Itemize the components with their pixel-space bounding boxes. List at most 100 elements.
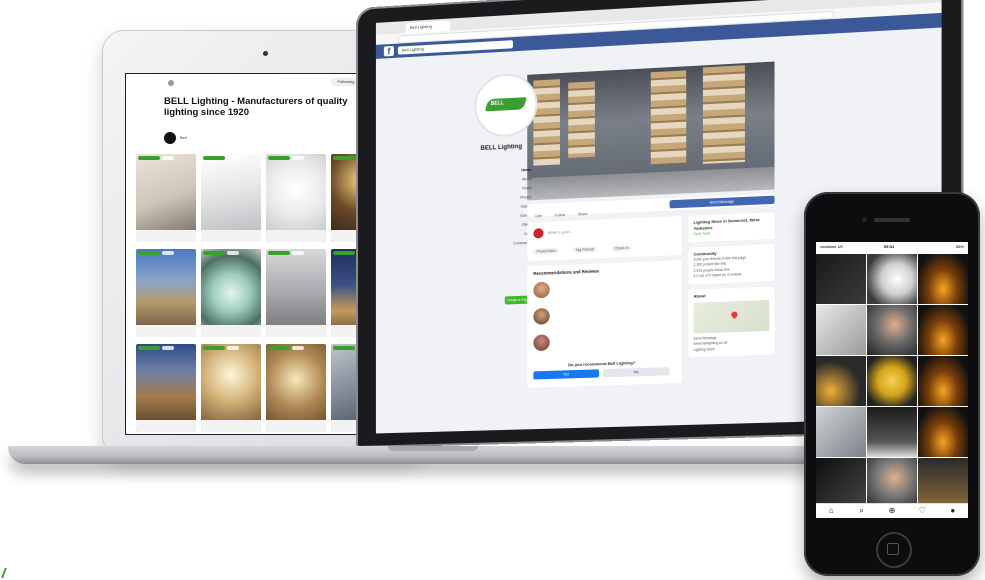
brand-badge bbox=[162, 251, 174, 255]
pin-card[interactable] bbox=[266, 154, 326, 242]
profile-icon[interactable]: ● bbox=[946, 504, 960, 518]
post-tile[interactable] bbox=[918, 458, 968, 508]
phone-device: vodafone UK 09:31 88% ⌂ ⌕ ⊕ ♡ ● bbox=[804, 192, 980, 576]
battery-label: 88% bbox=[955, 244, 964, 249]
share-button[interactable]: Share bbox=[578, 208, 588, 221]
review-item bbox=[533, 304, 672, 333]
location-map[interactable] bbox=[693, 299, 770, 333]
pin-card[interactable] bbox=[136, 344, 196, 432]
instagram-grid bbox=[816, 254, 968, 508]
pin-caption bbox=[136, 230, 196, 242]
post-tile[interactable] bbox=[816, 356, 866, 406]
board-title: BELL Lighting - Manufacturers of quality… bbox=[164, 96, 348, 118]
avatar bbox=[533, 228, 544, 239]
pin-caption bbox=[201, 325, 261, 337]
window-controls[interactable] bbox=[381, 25, 402, 40]
post-tile[interactable] bbox=[816, 254, 866, 304]
recommend-no-button[interactable]: No bbox=[603, 367, 670, 378]
info-card: Lighting Store in Somerset, West Yorkshi… bbox=[688, 212, 775, 242]
review-item bbox=[533, 330, 672, 359]
add-icon[interactable]: ⊕ bbox=[885, 504, 899, 518]
brand-badge bbox=[292, 156, 304, 160]
cover-photo[interactable] bbox=[527, 61, 775, 201]
pin-caption bbox=[136, 325, 196, 337]
heart-icon[interactable]: ♡ bbox=[915, 504, 929, 518]
about-card: About Send Message www.belllighting.co.u… bbox=[688, 285, 775, 358]
brand-badge bbox=[268, 346, 290, 350]
post-tile[interactable] bbox=[918, 407, 968, 457]
home-button[interactable] bbox=[876, 532, 912, 568]
post-tile[interactable] bbox=[867, 254, 917, 304]
user-icon[interactable] bbox=[168, 80, 174, 86]
brand-badge bbox=[268, 156, 290, 160]
pin-card[interactable] bbox=[201, 154, 261, 242]
post-tile[interactable] bbox=[918, 356, 968, 406]
front-camera bbox=[862, 217, 867, 222]
laptop-notch bbox=[388, 446, 478, 451]
pin-card[interactable] bbox=[266, 249, 326, 337]
brand-badge bbox=[227, 156, 239, 160]
status-bar: vodafone UK 09:31 88% bbox=[816, 242, 968, 252]
review-item bbox=[533, 277, 672, 307]
brand-badge bbox=[333, 156, 355, 160]
warehouse-shelf bbox=[650, 70, 687, 165]
check-in-button[interactable]: Check in bbox=[611, 244, 632, 252]
post-tile[interactable] bbox=[816, 305, 866, 355]
pin-caption bbox=[266, 325, 326, 337]
brand-badge bbox=[203, 251, 225, 255]
clock-label: 09:31 bbox=[884, 244, 895, 249]
post-tile[interactable] bbox=[918, 254, 968, 304]
warehouse-shelf bbox=[702, 65, 745, 164]
pin-caption bbox=[201, 420, 261, 432]
brand-badge bbox=[333, 346, 355, 350]
pin-caption bbox=[266, 420, 326, 432]
page-main-column: Write a post... Photo/Video Tag Friends … bbox=[527, 216, 683, 393]
create-post-input[interactable]: Write a post... bbox=[548, 229, 573, 235]
warehouse-shelf bbox=[568, 81, 595, 158]
pin-card[interactable] bbox=[201, 249, 261, 337]
pin-card[interactable] bbox=[136, 154, 196, 242]
post-tile[interactable] bbox=[867, 458, 917, 508]
search-input[interactable]: Bell Lighting bbox=[397, 40, 513, 55]
instagram-profile-screen: vodafone UK 09:31 88% ⌂ ⌕ ⊕ ♡ ● bbox=[816, 242, 968, 518]
facebook-logo-icon[interactable]: f bbox=[383, 45, 394, 57]
post-tile[interactable] bbox=[867, 407, 917, 457]
post-tile[interactable] bbox=[918, 305, 968, 355]
brand-badge bbox=[227, 346, 239, 350]
home-button-icon bbox=[887, 543, 899, 555]
brand-badge bbox=[227, 251, 239, 255]
post-tile[interactable] bbox=[816, 458, 866, 508]
pin-card[interactable] bbox=[201, 344, 261, 432]
carrier-label: vodafone UK bbox=[820, 244, 844, 249]
brand-badge bbox=[162, 346, 174, 350]
page-right-column: Lighting Store in Somerset, West Yorkshi… bbox=[688, 212, 775, 362]
map-pin-icon bbox=[729, 309, 739, 319]
follow-button[interactable]: Follow bbox=[555, 209, 565, 222]
warehouse-shelf bbox=[533, 79, 560, 166]
home-icon[interactable]: ⌂ bbox=[824, 504, 838, 518]
post-tile[interactable] bbox=[867, 305, 917, 355]
account-name[interactable]: Bell bbox=[180, 135, 187, 140]
pin-card[interactable] bbox=[136, 249, 196, 337]
post-tile[interactable] bbox=[816, 407, 866, 457]
phone-speaker bbox=[874, 218, 910, 222]
recommend-yes-button[interactable]: Yes bbox=[533, 369, 600, 380]
pin-card[interactable] bbox=[266, 344, 326, 432]
brand-badge bbox=[138, 346, 160, 350]
avatar[interactable] bbox=[164, 132, 176, 144]
brand-badge bbox=[138, 156, 160, 160]
tag-friends-button[interactable]: Tag Friends bbox=[572, 246, 598, 254]
brand-badge bbox=[203, 156, 225, 160]
like-button[interactable]: Like bbox=[535, 210, 542, 222]
photo-video-button[interactable]: Photo/Video bbox=[533, 247, 559, 255]
tablet-camera bbox=[263, 51, 268, 56]
bottom-tab-bar: ⌂ ⌕ ⊕ ♡ ● bbox=[816, 503, 968, 518]
community-card: Community Invite your friends to like th… bbox=[688, 243, 775, 284]
pin-caption bbox=[201, 230, 261, 242]
recommend-question: Do you recommend Bell Lighting? bbox=[568, 359, 636, 368]
search-icon[interactable]: ⌕ bbox=[855, 504, 869, 518]
corner-mark bbox=[1, 568, 13, 578]
brand-badge bbox=[138, 251, 160, 255]
laptop-base bbox=[8, 446, 860, 464]
post-tile[interactable] bbox=[867, 356, 917, 406]
